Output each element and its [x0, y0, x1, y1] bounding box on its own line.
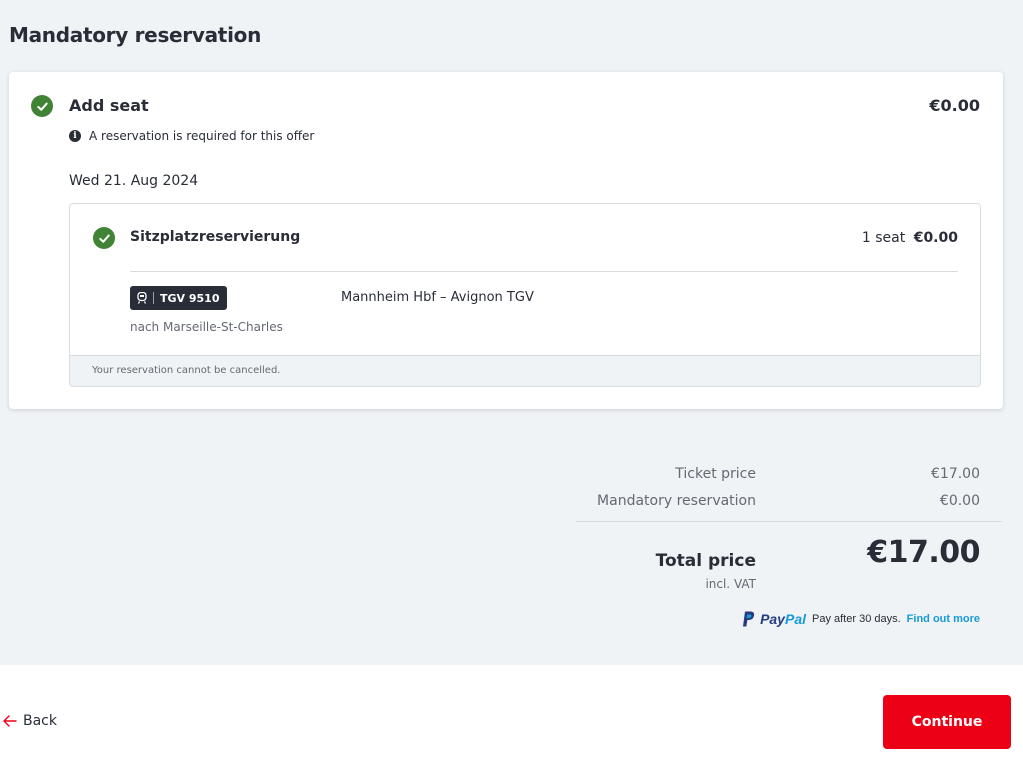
seat-count: 1 seat €0.00: [862, 230, 958, 246]
paypal-text: Pay after 30 days.: [812, 613, 901, 625]
back-label: Back: [23, 713, 57, 729]
add-seat-check-icon[interactable]: [31, 95, 53, 117]
travel-date: Wed 21. Aug 2024: [69, 173, 199, 189]
paypal-promo: PayPal Pay after 30 days. Find out more: [742, 611, 980, 627]
add-seat-label: Add seat: [69, 96, 149, 115]
seat-reservation-title: Sitzplatzreservierung: [130, 229, 301, 245]
cancellation-note: Your reservation cannot be cancelled.: [70, 355, 980, 386]
section-title: Mandatory reservation: [9, 23, 262, 47]
train-route: Mannheim Hbf – Avignon TGV: [341, 290, 534, 305]
paypal-wordmark-pay: Pay: [760, 611, 785, 627]
ticket-price-label: Ticket price: [675, 466, 756, 482]
train-badge: TGV 9510: [130, 286, 227, 310]
reservation-card: Add seat €0.00 i A reservation is requir…: [9, 72, 1003, 409]
total-price-value: €17.00: [867, 535, 980, 570]
info-icon: i: [69, 130, 81, 142]
seat-reservation-panel: Sitzplatzreservierung 1 seat €0.00 TGV 9…: [69, 203, 981, 387]
vat-note: incl. VAT: [705, 577, 756, 591]
paypal-wordmark-pal: Pal: [784, 611, 806, 627]
paypal-find-out-more-link[interactable]: Find out more: [907, 613, 980, 625]
continue-button[interactable]: Continue: [883, 695, 1011, 749]
add-seat-price: €0.00: [929, 96, 980, 115]
train-number: TGV 9510: [160, 291, 220, 305]
summary-divider: [576, 521, 1002, 522]
seat-price: €0.00: [913, 230, 958, 246]
panel-divider: [130, 271, 958, 272]
paypal-logo-icon: [743, 611, 755, 627]
ticket-price-value: €17.00: [931, 466, 980, 482]
total-price-label: Total price: [655, 551, 756, 571]
paypal-wordmark: PayPal: [760, 611, 806, 627]
seat-count-label: 1 seat: [861, 230, 906, 246]
train-destination: nach Marseille-St-Charles: [130, 320, 283, 334]
reservation-required-text: A reservation is required for this offer: [89, 129, 315, 143]
reservation-required-note: i A reservation is required for this off…: [69, 129, 314, 143]
badge-separator: [153, 292, 154, 304]
train-icon: [137, 292, 147, 304]
mandatory-reservation-value: €0.00: [939, 493, 980, 509]
paypal-logo: PayPal: [742, 611, 806, 627]
mandatory-reservation-label: Mandatory reservation: [597, 493, 756, 509]
seat-reservation-check-icon[interactable]: [93, 227, 115, 249]
arrow-left-icon: [3, 715, 17, 727]
back-button[interactable]: Back: [3, 713, 57, 729]
